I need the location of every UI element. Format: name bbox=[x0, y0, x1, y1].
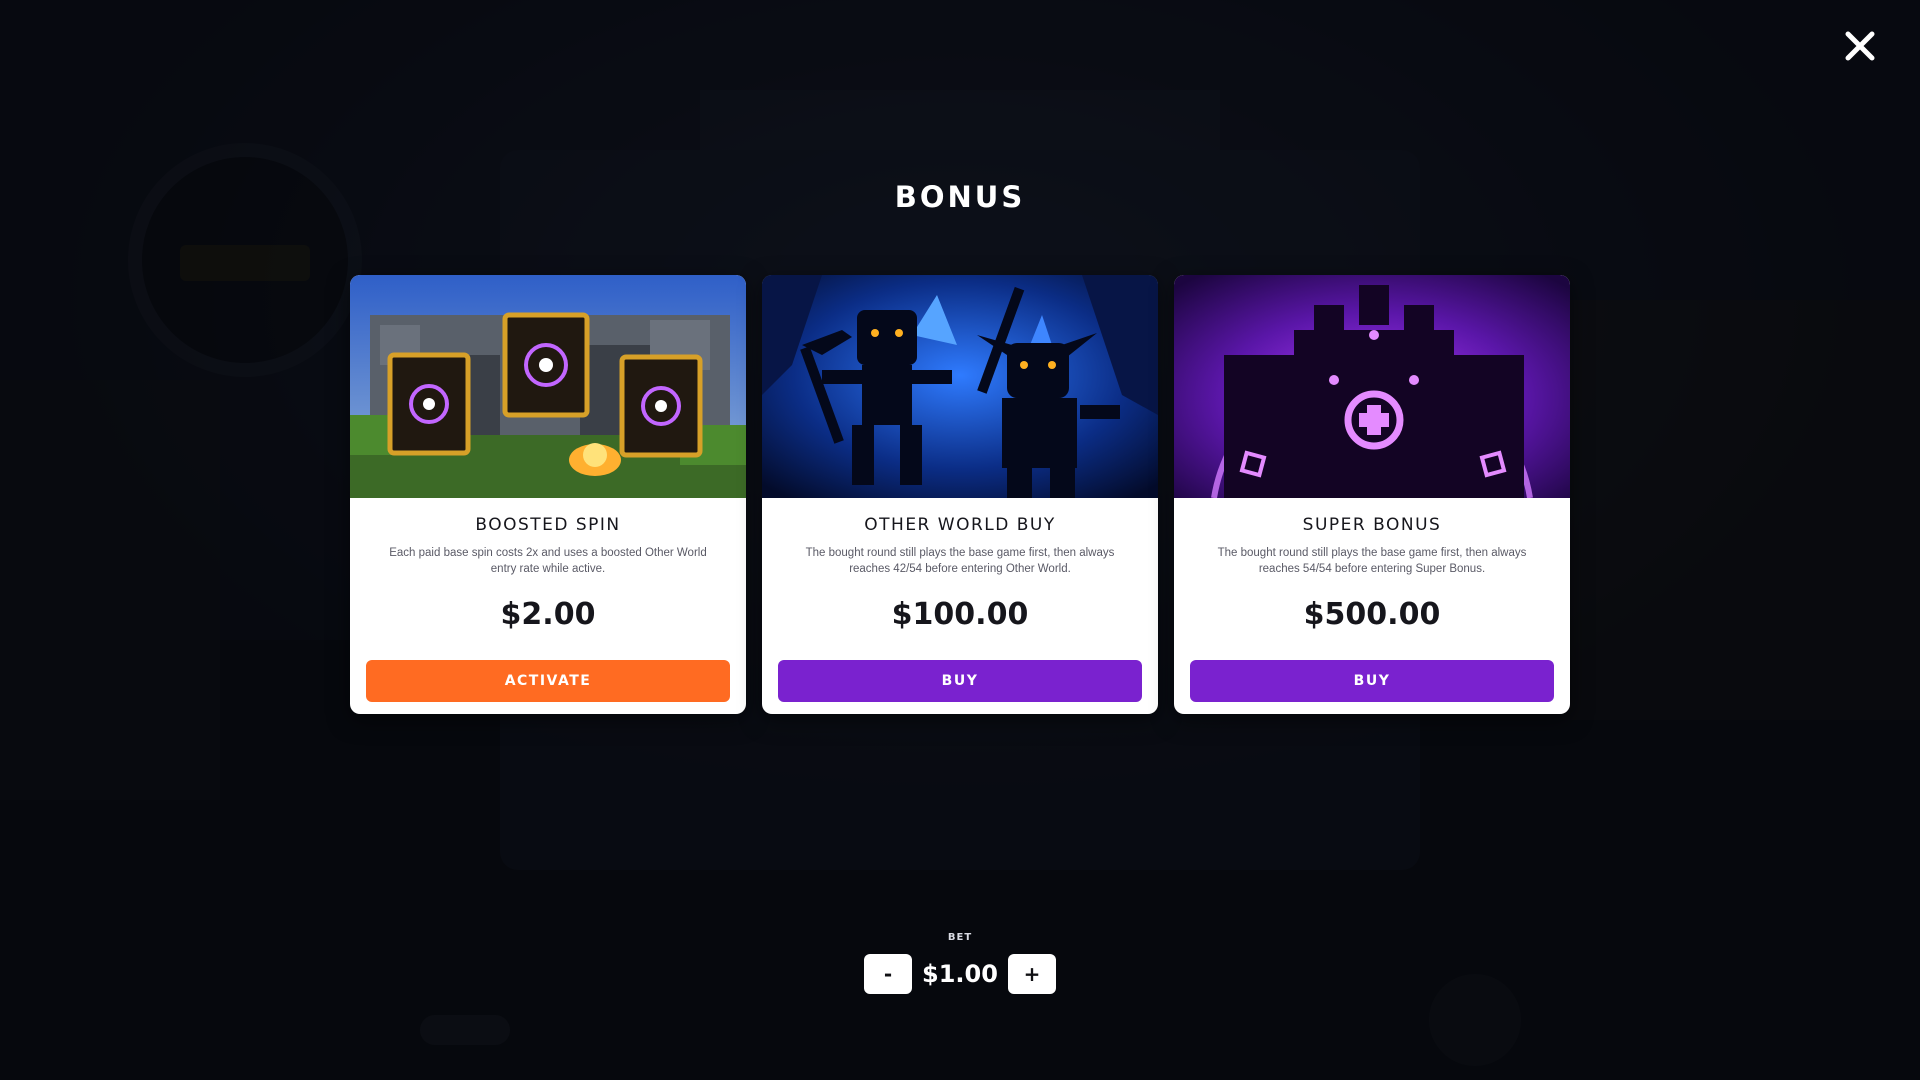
card-description: The bought round still plays the base ga… bbox=[805, 547, 1115, 575]
purple-rune-golem-artwork bbox=[1174, 275, 1570, 498]
bonus-cards: BOOSTED SPIN Each paid base spin costs 2… bbox=[350, 275, 1571, 714]
card-price: $2.00 bbox=[500, 597, 596, 632]
bet-decrease-button[interactable]: - bbox=[864, 954, 912, 994]
bet-stepper: - $1.00 + bbox=[864, 954, 1056, 994]
game-screen: BONUS BOOSTED SPIN Each paid base spin c… bbox=[0, 0, 1920, 1080]
buy-super-bonus-button[interactable]: BUY bbox=[1190, 660, 1554, 702]
bonus-card-boosted-spin: BOOSTED SPIN Each paid base spin costs 2… bbox=[350, 275, 746, 714]
activate-button[interactable]: ACTIVATE bbox=[366, 660, 730, 702]
close-icon[interactable] bbox=[1842, 28, 1878, 64]
eye-rune-books-artwork bbox=[350, 275, 746, 498]
bonus-card-other-world-buy: OTHER WORLD BUY The bought round still p… bbox=[762, 275, 1158, 714]
buy-other-world-button[interactable]: BUY bbox=[778, 660, 1142, 702]
bet-label: BET bbox=[947, 932, 973, 943]
skeleton-goblin-cave-artwork bbox=[762, 275, 1158, 498]
card-title: SUPER BONUS bbox=[1302, 515, 1442, 535]
bonus-card-super-bonus: SUPER BONUS The bought round still plays… bbox=[1174, 275, 1570, 714]
card-title: BOOSTED SPIN bbox=[475, 515, 621, 535]
bet-value: $1.00 bbox=[922, 960, 998, 988]
card-title: OTHER WORLD BUY bbox=[864, 515, 1056, 535]
card-price: $500.00 bbox=[1303, 597, 1441, 632]
card-price: $100.00 bbox=[891, 597, 1029, 632]
bet-increase-button[interactable]: + bbox=[1007, 954, 1056, 994]
page-title: BONUS bbox=[894, 180, 1026, 214]
card-description: Each paid base spin costs 2x and uses a … bbox=[389, 547, 707, 575]
card-description: The bought round still plays the base ga… bbox=[1217, 547, 1527, 575]
